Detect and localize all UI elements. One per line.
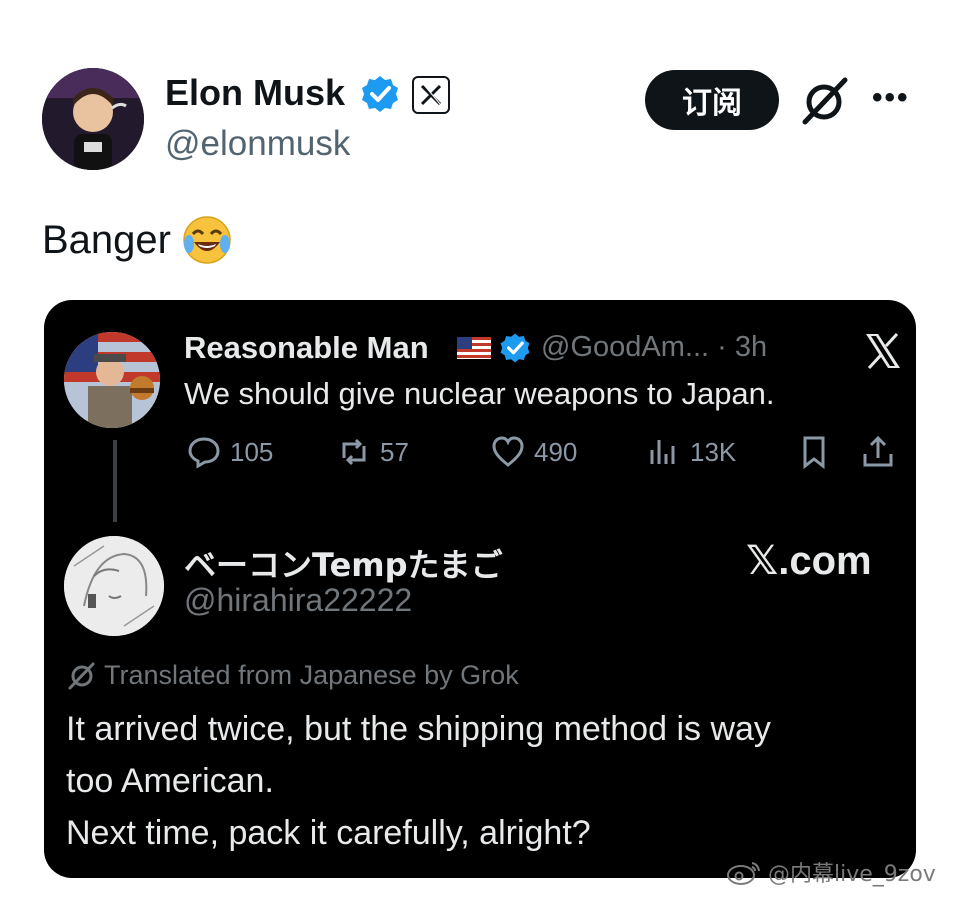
verified-badge-icon <box>362 76 398 112</box>
laughing-emoji-icon <box>183 216 231 264</box>
reply-avatar <box>64 536 164 636</box>
grok-small-icon <box>68 662 95 689</box>
post-text-row: Banger <box>42 214 233 266</box>
repost-action[interactable]: 57 <box>336 432 409 472</box>
quoted-tweet-text: We should give nuclear weapons to Japan. <box>184 376 775 411</box>
author-name[interactable]: Elon Musk <box>165 72 345 114</box>
like-count: 490 <box>534 436 578 467</box>
like-icon <box>492 436 524 467</box>
like-action[interactable]: 490 <box>490 432 577 472</box>
x-logo-icon <box>866 332 900 370</box>
share-icon <box>863 435 893 467</box>
subscribe-button[interactable]: 订阅 <box>645 70 779 130</box>
reply-text-line-1: It arrived twice, but the shipping metho… <box>66 710 771 748</box>
weibo-icon <box>727 862 760 885</box>
watermark-text: @内幕live_9zov <box>768 862 936 887</box>
translated-note-text: Translated from Japanese by Grok <box>104 660 519 690</box>
views-action[interactable]: 13K <box>646 432 736 472</box>
thread-line <box>113 440 117 522</box>
bookmark-icon <box>803 436 825 470</box>
repost-icon <box>342 438 366 466</box>
grok-icon[interactable] <box>797 76 851 126</box>
views-icon <box>650 440 675 464</box>
quoted-name[interactable]: Reasonable Man <box>184 330 429 366</box>
reply-icon <box>188 437 220 469</box>
reply-text-line-2: too American. <box>66 762 274 800</box>
repost-count: 57 <box>380 436 409 467</box>
share-action[interactable] <box>860 432 896 472</box>
bookmark-action[interactable] <box>796 432 832 472</box>
author-handle[interactable]: @elonmusk <box>165 124 350 164</box>
reply-text-line-3: Next time, pack it carefully, alright? <box>66 814 591 852</box>
x-affiliation-icon[interactable] <box>412 76 450 114</box>
us-flag-icon <box>457 337 491 359</box>
reply-count: 105 <box>230 436 274 467</box>
reply-action[interactable]: 105 <box>186 432 273 472</box>
quoted-handle-time: @GoodAm... · 3h <box>541 331 768 363</box>
quoted-avatar <box>64 332 160 428</box>
quoted-screenshot-card[interactable]: Reasonable Man @GoodAm... · 3h We should… <box>44 300 916 878</box>
xcom-label: 𝕏.com <box>746 539 872 583</box>
author-avatar[interactable] <box>42 68 144 170</box>
weibo-watermark: @内幕live_9zov <box>726 856 936 888</box>
post-text: Banger <box>42 217 171 262</box>
more-icon[interactable]: ••• <box>872 83 910 113</box>
reply-handle[interactable]: @hirahira22222 <box>184 582 412 619</box>
views-count: 13K <box>690 436 737 467</box>
reply-name[interactable]: ベーコンTempたまご <box>184 540 503 586</box>
quoted-verified-icon <box>500 333 530 363</box>
translated-note: Translated from Japanese by Grok <box>66 660 519 691</box>
